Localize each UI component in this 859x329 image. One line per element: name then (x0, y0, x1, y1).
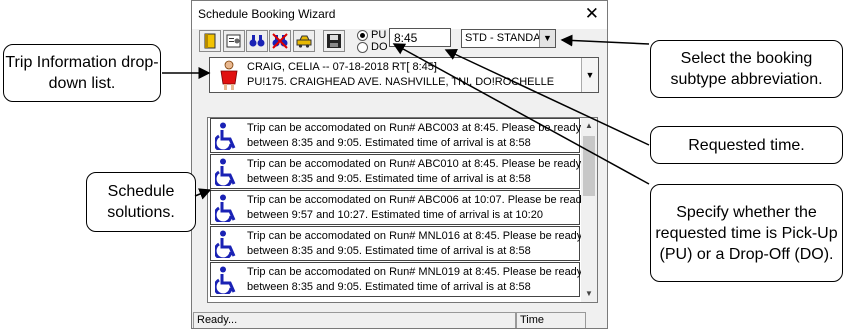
arrow-to-solutions (194, 188, 212, 200)
arrow-to-pu-do (392, 43, 650, 185)
arrow-to-requested-time (444, 49, 650, 146)
callout-arrows (162, 34, 650, 200)
arrow-to-subtype (560, 34, 650, 47)
